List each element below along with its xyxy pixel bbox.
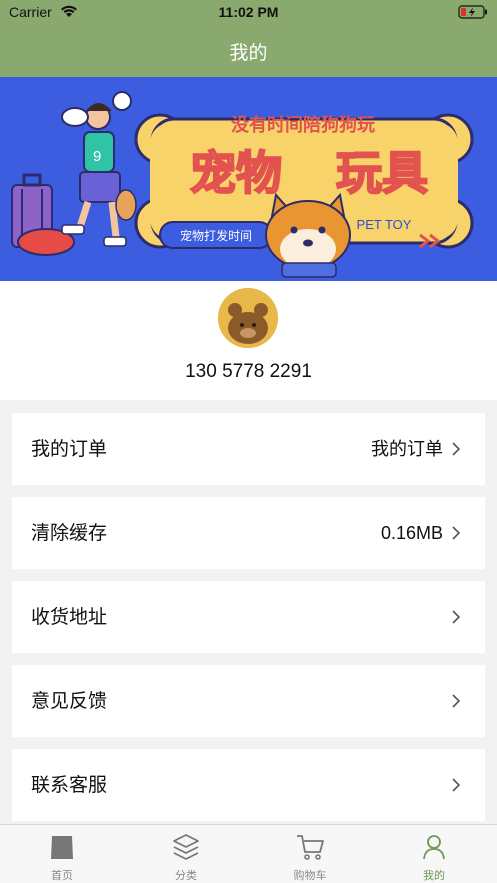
tab-label: 购物车: [293, 869, 327, 882]
menu-item-label: 清除缓存: [31, 522, 108, 544]
chevron-right-icon: [452, 442, 461, 456]
tab-home[interactable]: 首页: [0, 825, 124, 883]
chevron-right-icon: [452, 778, 461, 792]
tab-category[interactable]: 分类: [124, 825, 248, 883]
menu-item-feedback[interactable]: 意见反馈: [12, 665, 485, 737]
avatar[interactable]: [218, 288, 278, 348]
shiba-dog-illustration: [265, 192, 351, 278]
banner-subtitle: 宠物打发时间: [180, 228, 252, 243]
profile-icon: [423, 835, 445, 860]
user-phone-number: 130 5778 2291: [185, 361, 312, 382]
bear-avatar-icon: [218, 288, 278, 348]
tab-label: 我的: [423, 869, 445, 882]
chevron-right-icon: [452, 610, 461, 624]
banner-artwork: 9 没有时间陪狗狗玩 宠物 玩具 宠物打发时间 PET TOY: [11, 91, 474, 278]
layers-icon: [173, 834, 199, 860]
menu-item-value: 我的订单: [371, 439, 443, 459]
menu-item-address[interactable]: 收货地址: [12, 581, 485, 653]
menu-item-label: 收货地址: [31, 606, 108, 628]
navigation-bar: Carrier 11:02 PM 我的: [0, 0, 497, 77]
banner-title-part1: 宠物: [190, 146, 282, 200]
tab-label: 分类: [175, 869, 197, 882]
banner-title-part2: 玩具: [336, 146, 428, 200]
jersey-number: 9: [93, 148, 101, 165]
clock-illustration: [112, 91, 132, 111]
clock: 11:02 PM: [218, 4, 279, 20]
menu-item-customer-service[interactable]: 联系客服: [12, 749, 485, 821]
tab-profile[interactable]: 我的: [372, 825, 496, 883]
profile-header: 130 5778 2291: [0, 281, 497, 400]
tab-cart[interactable]: 购物车: [248, 825, 372, 883]
menu-item-label: 意见反馈: [31, 690, 108, 712]
small-dog-illustration: [115, 189, 137, 221]
cache-size-value: 0.16MB: [380, 523, 443, 543]
battery-icon: [458, 5, 487, 19]
menu-item-label: 我的订单: [31, 438, 108, 460]
tab-label: 首页: [51, 869, 73, 882]
status-bar: Carrier 11:02 PM: [0, 0, 497, 26]
promo-banner[interactable]: 9 没有时间陪狗狗玩 宠物 玩具 宠物打发时间 PET TOY: [0, 77, 497, 281]
menu-item-label: 联系客服: [31, 774, 108, 796]
tab-bar: 首页 分类 购物车 我的: [0, 824, 497, 883]
chevron-right-icon: [452, 694, 461, 708]
home-icon: [51, 836, 73, 859]
chevron-right-icon: [452, 526, 461, 540]
banner-headline: 没有时间陪狗狗玩: [231, 114, 375, 136]
page-title: 我的: [229, 42, 268, 64]
menu-item-clear-cache[interactable]: 清除缓存 0.16MB: [12, 497, 485, 569]
banner-tag: PET TOY: [357, 217, 412, 232]
cart-icon: [297, 835, 324, 860]
menu-item-orders[interactable]: 我的订单 我的订单: [12, 413, 485, 485]
